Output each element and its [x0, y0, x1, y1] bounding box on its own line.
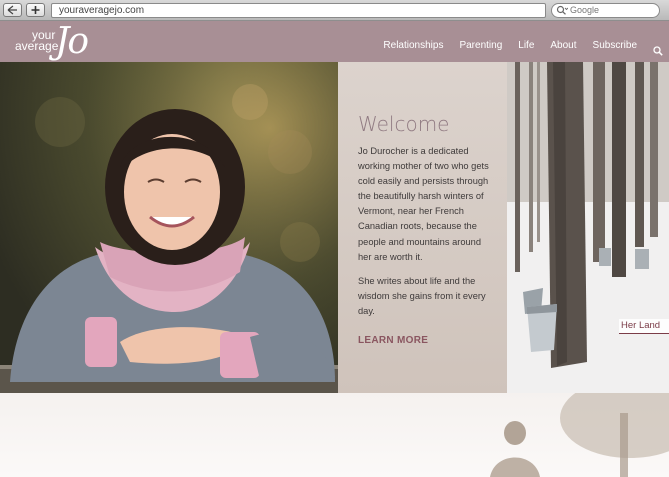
maple-forest-photo[interactable]	[507, 62, 669, 393]
main-nav: Relationships Parenting Life About Subsc…	[367, 40, 663, 56]
nav-life[interactable]: Life	[518, 40, 534, 51]
welcome-paragraph-1: Jo Durocher is a dedicated working mothe…	[358, 146, 489, 262]
search-field[interactable]: Google	[551, 3, 660, 18]
logo-mark: Jo	[55, 21, 89, 62]
welcome-title: Welcome	[358, 112, 450, 136]
search-icon[interactable]	[653, 41, 663, 56]
back-arrow-icon[interactable]	[3, 3, 22, 17]
nav-relationships[interactable]: Relationships	[383, 40, 443, 51]
sepia-decoration	[480, 393, 669, 477]
learn-more-link[interactable]: LEARN MORE	[358, 335, 428, 346]
welcome-paragraph-2: She writes about life and the wisdom she…	[358, 275, 486, 316]
nav-subscribe[interactable]: Subscribe	[593, 40, 637, 51]
logo-line2: average	[15, 39, 59, 53]
magnifier-icon	[556, 5, 569, 19]
address-bar[interactable]: youraveragejo.com	[51, 3, 595, 18]
nav-parenting[interactable]: Parenting	[459, 40, 502, 51]
url-text: youraveragejo.com	[59, 5, 145, 16]
search-placeholder: Google	[570, 5, 600, 15]
forest-illustration	[507, 62, 669, 393]
her-land-label[interactable]: Her Land	[619, 319, 669, 334]
welcome-panel: Welcome Jo Durocher is a dedicated worki…	[338, 62, 507, 393]
nav-about[interactable]: About	[550, 40, 576, 51]
portrait-illustration	[0, 62, 338, 393]
site-header: your average Jo Relationships Parenting …	[0, 21, 669, 62]
browser-toolbar: youraveragejo.com Google	[0, 0, 669, 21]
portrait-photo	[0, 62, 338, 393]
plus-icon[interactable]	[26, 3, 45, 17]
